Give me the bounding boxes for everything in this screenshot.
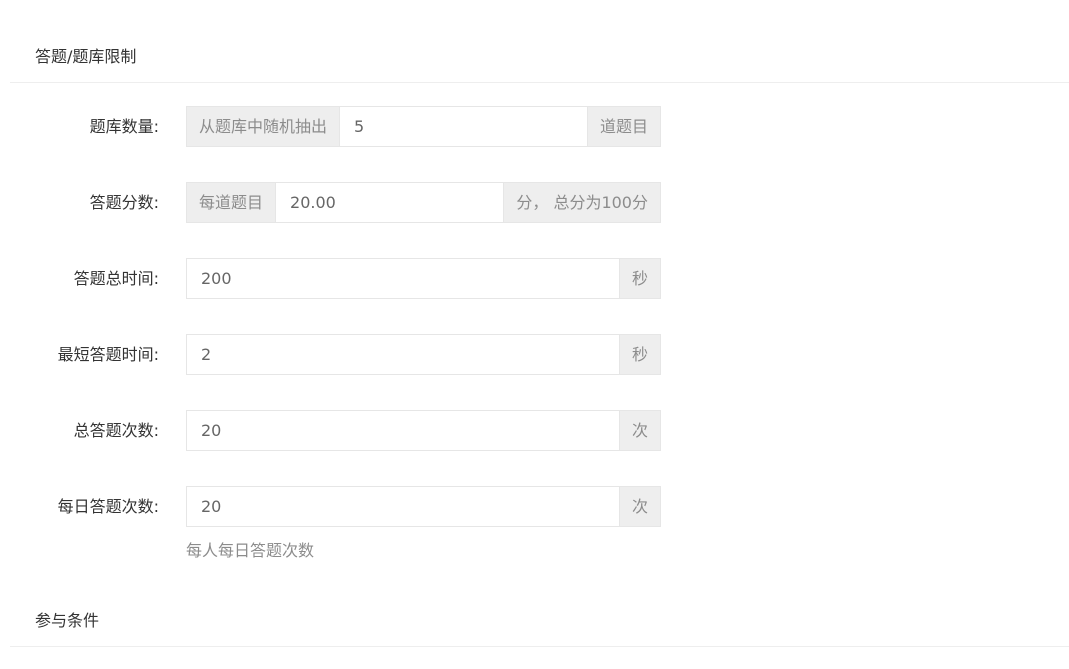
suffix-min-time: 秒	[618, 335, 660, 374]
suffix-score: 分， 总分为100分	[503, 183, 660, 222]
daily-attempts-input[interactable]	[187, 487, 619, 526]
label-daily-attempts: 每日答题次数:	[57, 497, 159, 516]
label-total-time: 答题总时间:	[73, 269, 159, 288]
min-time-input[interactable]	[187, 335, 619, 374]
label-score: 答题分数:	[89, 193, 159, 212]
form-row-total-time: 答题总时间: 秒	[0, 258, 1069, 299]
form-row-score: 答题分数: 每道题目 分， 总分为100分	[0, 182, 1069, 223]
total-attempts-input[interactable]	[187, 411, 619, 450]
suffix-total-time: 秒	[618, 259, 660, 298]
input-group-total-attempts: 次	[186, 410, 661, 451]
total-time-input[interactable]	[187, 259, 619, 298]
prefix-score: 每道题目	[187, 183, 277, 222]
section-title-limits: 答题/题库限制	[35, 47, 137, 66]
quiz-settings-page: 答题/题库限制 题库数量: 从题库中随机抽出 道题目 答题分数: 每道题目 分，…	[0, 0, 1069, 669]
label-bank-count: 题库数量:	[89, 117, 159, 136]
form-row-bank-count: 题库数量: 从题库中随机抽出 道题目	[0, 106, 1069, 147]
input-group-min-time: 秒	[186, 334, 661, 375]
suffix-daily-attempts: 次	[618, 487, 660, 526]
label-min-time: 最短答题时间:	[57, 345, 159, 364]
suffix-total-attempts: 次	[618, 411, 660, 450]
section-header-conditions: 参与条件	[10, 600, 1069, 647]
score-input[interactable]	[276, 183, 504, 222]
section-header-limits: 答题/题库限制	[10, 0, 1069, 83]
help-daily-attempts: 每人每日答题次数	[186, 541, 315, 560]
form-row-total-attempts: 总答题次数: 次	[0, 410, 1069, 451]
bank-count-input[interactable]	[340, 107, 587, 146]
input-group-bank-count: 从题库中随机抽出 道题目	[186, 106, 661, 147]
form-row-min-time: 最短答题时间: 秒	[0, 334, 1069, 375]
form-row-daily-attempts: 每日答题次数: 次	[0, 486, 1069, 527]
input-group-daily-attempts: 次	[186, 486, 661, 527]
section-title-conditions: 参与条件	[35, 611, 100, 630]
prefix-bank-count: 从题库中随机抽出	[187, 107, 341, 146]
suffix-bank-count: 道题目	[586, 107, 660, 146]
input-group-total-time: 秒	[186, 258, 661, 299]
input-group-score: 每道题目 分， 总分为100分	[186, 182, 661, 223]
label-total-attempts: 总答题次数:	[73, 421, 159, 440]
